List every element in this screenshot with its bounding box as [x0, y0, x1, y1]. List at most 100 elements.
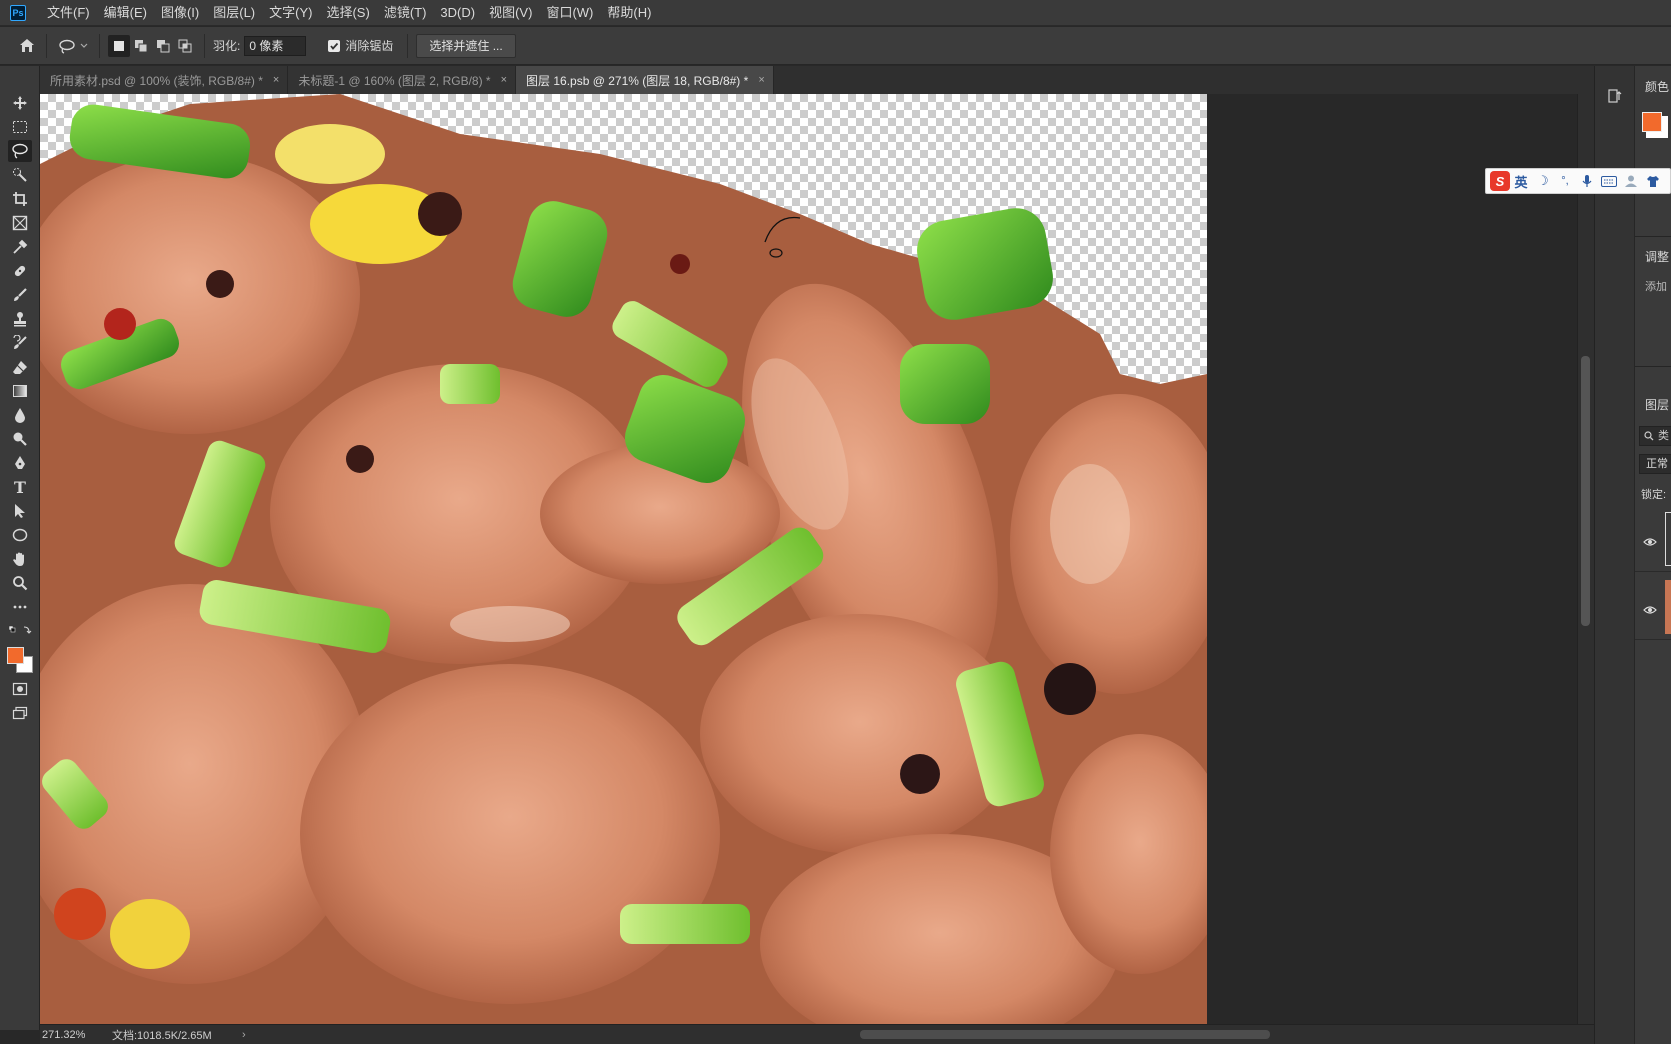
- eyedropper-tool-icon[interactable]: [8, 236, 32, 258]
- feather-input[interactable]: [244, 35, 307, 56]
- new-selection-icon[interactable]: [108, 34, 130, 57]
- horizontal-scroll-thumb[interactable]: [860, 1030, 1270, 1039]
- tab-document-1[interactable]: 所用素材.psd @ 100% (装饰, RGB/8#) * ×: [40, 66, 289, 94]
- layer-thumbnail: [1665, 512, 1671, 566]
- eye-icon[interactable]: [1643, 534, 1657, 552]
- marquee-tool-icon[interactable]: [8, 116, 32, 138]
- history-brush-icon[interactable]: [8, 332, 32, 354]
- search-icon: [1644, 431, 1654, 441]
- divider: [99, 33, 100, 58]
- quick-mask-icon[interactable]: [8, 678, 32, 700]
- antialias-label: 消除锯齿: [345, 39, 394, 53]
- menu-3d[interactable]: 3D(D): [433, 0, 482, 26]
- color-panel-title[interactable]: 颜色: [1645, 78, 1669, 95]
- menu-layer[interactable]: 图层(L): [206, 0, 262, 26]
- panel-divider: [1635, 236, 1671, 237]
- sogou-logo-icon[interactable]: S: [1490, 171, 1510, 191]
- tool-preset-picker[interactable]: [55, 35, 91, 57]
- eye-icon[interactable]: [1643, 602, 1657, 620]
- keyboard-icon[interactable]: [1598, 170, 1620, 192]
- menu-bar: Ps 文件(F) 编辑(E) 图像(I) 图层(L) 文字(Y) 选择(S) 滤…: [0, 0, 1671, 26]
- menu-image[interactable]: 图像(I): [154, 0, 206, 26]
- dodge-tool-icon[interactable]: [8, 428, 32, 450]
- close-icon[interactable]: ×: [758, 74, 764, 86]
- move-tool-icon[interactable]: [8, 92, 32, 114]
- canvas-area[interactable]: [40, 94, 1577, 1024]
- gradient-tool-icon[interactable]: [8, 380, 32, 402]
- path-select-icon[interactable]: [8, 500, 32, 522]
- panel-foreground-swatch[interactable]: [1642, 112, 1662, 132]
- layer-row[interactable]: [1635, 506, 1671, 572]
- clone-stamp-icon[interactable]: [8, 308, 32, 330]
- blur-tool-icon[interactable]: [8, 404, 32, 426]
- type-tool-glyph: T: [14, 477, 26, 497]
- food-photo[interactable]: [40, 94, 1207, 1024]
- layer-filter-search[interactable]: 类: [1639, 426, 1671, 446]
- microphone-icon[interactable]: [1576, 170, 1598, 192]
- layers-panel-title[interactable]: 图层: [1645, 396, 1669, 413]
- type-tool-icon[interactable]: T: [8, 476, 32, 498]
- tab-label: 未标题-1 @ 160% (图层 2, RGB/8) *: [298, 73, 491, 88]
- history-panel-icon[interactable]: [1607, 88, 1623, 109]
- ellipse-tool-icon[interactable]: [8, 524, 32, 546]
- menu-help[interactable]: 帮助(H): [600, 0, 658, 26]
- menu-file[interactable]: 文件(F): [40, 0, 97, 26]
- layer-row[interactable]: [1635, 574, 1671, 640]
- blend-mode-select[interactable]: 正常: [1639, 454, 1671, 474]
- skin-shirt-icon[interactable]: [1642, 170, 1664, 192]
- lock-label: 锁定:: [1641, 489, 1667, 501]
- user-icon[interactable]: [1620, 170, 1642, 192]
- panel-icon-strip: [1595, 66, 1635, 1044]
- punctuation-icon[interactable]: °,: [1554, 170, 1576, 192]
- hand-tool-icon[interactable]: [8, 548, 32, 570]
- foreground-color-swatch[interactable]: [7, 647, 24, 664]
- add-to-selection-icon[interactable]: [130, 35, 152, 57]
- vertical-scroll-thumb[interactable]: [1581, 356, 1590, 626]
- swap-colors-icon[interactable]: [8, 624, 32, 636]
- ime-toolbar: S 英 ☽ °,: [1485, 168, 1671, 194]
- ime-language-toggle[interactable]: 英: [1510, 170, 1532, 192]
- quick-select-tool-icon[interactable]: [8, 164, 32, 186]
- right-panel-dock: 颜色 调整 添加 图层 类 正常 锁定:: [1594, 66, 1671, 1044]
- close-icon[interactable]: ×: [501, 74, 507, 86]
- healing-brush-icon[interactable]: [8, 260, 32, 282]
- menu-window[interactable]: 窗口(W): [539, 0, 600, 26]
- zoom-level[interactable]: 271.32%: [42, 1029, 112, 1041]
- more-tools-icon[interactable]: [8, 596, 32, 618]
- status-bar: 271.32% 文档:1018.5K/2.65M ›: [40, 1024, 1594, 1044]
- menu-edit[interactable]: 编辑(E): [97, 0, 154, 26]
- tab-document-3[interactable]: 图层 16.psb @ 271% (图层 18, RGB/8#) * ×: [516, 66, 774, 94]
- subtract-from-selection-icon[interactable]: [152, 35, 174, 57]
- menu-select[interactable]: 选择(S): [319, 0, 376, 26]
- zoom-tool-icon[interactable]: [8, 572, 32, 594]
- menu-type[interactable]: 文字(Y): [262, 0, 319, 26]
- tab-document-2[interactable]: 未标题-1 @ 160% (图层 2, RGB/8) * ×: [288, 66, 517, 94]
- photoshop-window: Ps 文件(F) 编辑(E) 图像(I) 图层(L) 文字(Y) 选择(S) 滤…: [0, 0, 1671, 1044]
- eraser-tool-icon[interactable]: [8, 356, 32, 378]
- photoshop-logo-icon: Ps: [10, 4, 26, 21]
- lasso-tool-icon[interactable]: [8, 140, 32, 162]
- options-bar: 羽化: 消除锯齿 选择并遮住 ...: [0, 27, 1671, 65]
- moon-icon[interactable]: ☽: [1532, 170, 1554, 192]
- color-picker-swatches[interactable]: [4, 644, 34, 674]
- pen-tool-icon[interactable]: [8, 452, 32, 474]
- home-icon[interactable]: [16, 35, 38, 57]
- divider: [204, 33, 205, 58]
- adjustments-panel-title[interactable]: 调整: [1645, 248, 1669, 265]
- document-tab-bar: 所用素材.psd @ 100% (装饰, RGB/8#) * × 未标题-1 @…: [40, 66, 1594, 94]
- menu-view[interactable]: 视图(V): [482, 0, 539, 26]
- frame-tool-icon[interactable]: [8, 212, 32, 234]
- tools-panel: T: [0, 66, 40, 1030]
- select-and-mask-button[interactable]: 选择并遮住 ...: [416, 33, 516, 58]
- intersect-selection-icon[interactable]: [174, 35, 196, 57]
- crop-tool-icon[interactable]: [8, 188, 32, 210]
- close-icon[interactable]: ×: [273, 74, 279, 86]
- menu-filter[interactable]: 滤镜(T): [377, 0, 434, 26]
- status-menu-arrow-icon[interactable]: ›: [242, 1029, 246, 1041]
- vertical-scrollbar[interactable]: [1577, 94, 1594, 1024]
- antialias-checkbox[interactable]: [328, 39, 341, 52]
- brush-tool-icon[interactable]: [8, 284, 32, 306]
- document-size: 文档:1018.5K/2.65M: [112, 1029, 212, 1042]
- screen-mode-icon[interactable]: [8, 702, 32, 724]
